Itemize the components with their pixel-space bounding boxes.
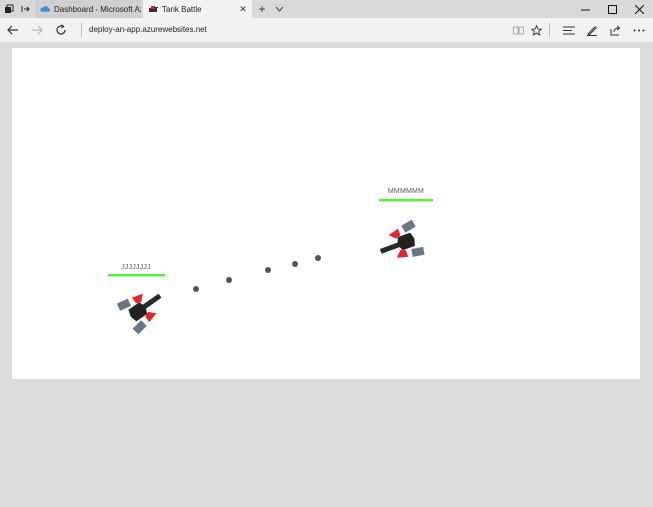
- tank-tread: [401, 219, 416, 233]
- tab-manager-icon[interactable]: [0, 0, 17, 18]
- tab-title: Tank Battle: [162, 4, 202, 14]
- minimize-icon[interactable]: [572, 0, 599, 18]
- forward-button[interactable]: [27, 20, 47, 40]
- game-scene: [108, 199, 433, 335]
- close-tab-icon[interactable]: ✕: [237, 4, 249, 15]
- more-button[interactable]: [629, 20, 649, 40]
- navigation-bar: deploy-an-app.azurewebsites.net: [0, 18, 653, 42]
- reading-view-icon: [512, 26, 524, 34]
- projectile: [193, 286, 199, 292]
- tank-fin: [396, 250, 409, 258]
- favorite-star-icon: [530, 24, 542, 36]
- hub-icon: [563, 26, 575, 34]
- reading-view-button[interactable]: [508, 20, 528, 40]
- projectile: [265, 267, 271, 273]
- tank-tread: [411, 246, 425, 257]
- window-controls: [572, 0, 653, 18]
- tab-preview-button[interactable]: [271, 0, 287, 18]
- player1-name: JJJJJJJJ: [121, 264, 151, 271]
- tab-tank-battle[interactable]: Tank Battle ✕: [143, 0, 252, 18]
- back-button[interactable]: [3, 20, 23, 40]
- refresh-icon: [56, 24, 66, 35]
- tank-cannon: [379, 242, 401, 254]
- set-aside-tabs-icon[interactable]: [17, 0, 34, 18]
- cloud-icon: [40, 4, 50, 14]
- player2-tank: [379, 219, 425, 258]
- share-button[interactable]: [606, 20, 626, 40]
- page-viewport: JJJJJJJJ MMMMMM: [0, 42, 653, 507]
- back-arrow-icon: [7, 25, 18, 35]
- tank-tread: [116, 298, 132, 311]
- projectile: [292, 261, 298, 267]
- player2-health-bar: [379, 199, 433, 202]
- new-tab-button[interactable]: +: [254, 0, 270, 18]
- tab-title: Dashboard - Microsoft Azur: [54, 4, 141, 14]
- game-canvas[interactable]: JJJJJJJJ MMMMMM: [12, 48, 640, 379]
- forward-arrow-icon: [32, 25, 43, 35]
- player2-name: MMMMMM: [387, 188, 425, 195]
- maximize-icon[interactable]: [599, 0, 626, 18]
- tank-tread: [132, 320, 147, 335]
- refresh-button[interactable]: [51, 20, 71, 40]
- tank-cannon: [142, 293, 162, 310]
- share-icon: [610, 25, 621, 35]
- chevron-down-icon: [275, 6, 283, 12]
- tab-dashboard[interactable]: Dashboard - Microsoft Azur: [35, 0, 141, 18]
- close-icon[interactable]: [626, 0, 653, 18]
- projectiles: [193, 255, 321, 292]
- player1-health-bar: [108, 274, 165, 277]
- address-bar[interactable]: deploy-an-app.azurewebsites.net: [89, 23, 207, 37]
- projectile: [226, 277, 232, 283]
- tank-icon: [148, 4, 158, 14]
- player1-tank: [116, 293, 162, 335]
- projectile: [315, 255, 321, 261]
- more-icon: [633, 29, 645, 31]
- favorite-button[interactable]: [526, 20, 546, 40]
- hub-button[interactable]: [559, 20, 579, 40]
- divider: [81, 23, 82, 37]
- title-bar: Dashboard - Microsoft Azur Tank Battle ✕…: [0, 0, 653, 18]
- web-note-button[interactable]: [582, 20, 602, 40]
- divider: [549, 23, 550, 37]
- web-note-icon: [587, 26, 597, 36]
